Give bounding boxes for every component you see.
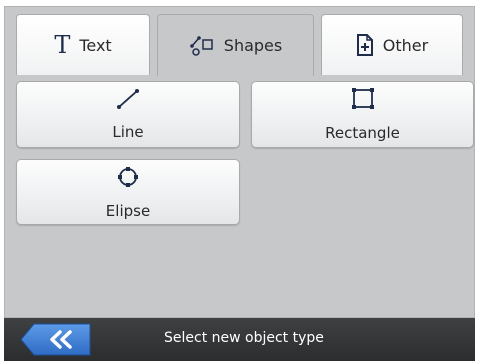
tab-label: Other (382, 35, 429, 55)
tab-label: Text (79, 35, 112, 55)
bottom-bar: Select new object type (4, 318, 475, 361)
rectangle-button[interactable]: Rectangle (251, 81, 474, 148)
line-icon (115, 88, 141, 114)
rectangle-button-label: Rectangle (325, 124, 400, 142)
tab-shapes[interactable]: Shapes (157, 14, 314, 76)
tab-label: Shapes (223, 36, 283, 55)
shapes-icon (189, 35, 215, 57)
line-button-label: Line (112, 123, 144, 141)
ellipse-button-label: Elipse (105, 201, 151, 220)
line-button[interactable]: Line (16, 81, 240, 148)
document-icon (356, 34, 374, 56)
ellipse-button[interactable]: Elipse (16, 159, 240, 225)
tab-other[interactable]: Other (321, 14, 463, 75)
back-button[interactable] (20, 323, 92, 356)
rectangle-icon (350, 87, 376, 115)
tab-text[interactable]: T Text (16, 14, 150, 75)
screen: T Text Shapes Other Line Rectangle Elips… (0, 0, 477, 361)
status-text: Select new object type (164, 330, 324, 346)
ellipse-icon (116, 165, 140, 193)
text-t-icon: T (54, 31, 71, 59)
